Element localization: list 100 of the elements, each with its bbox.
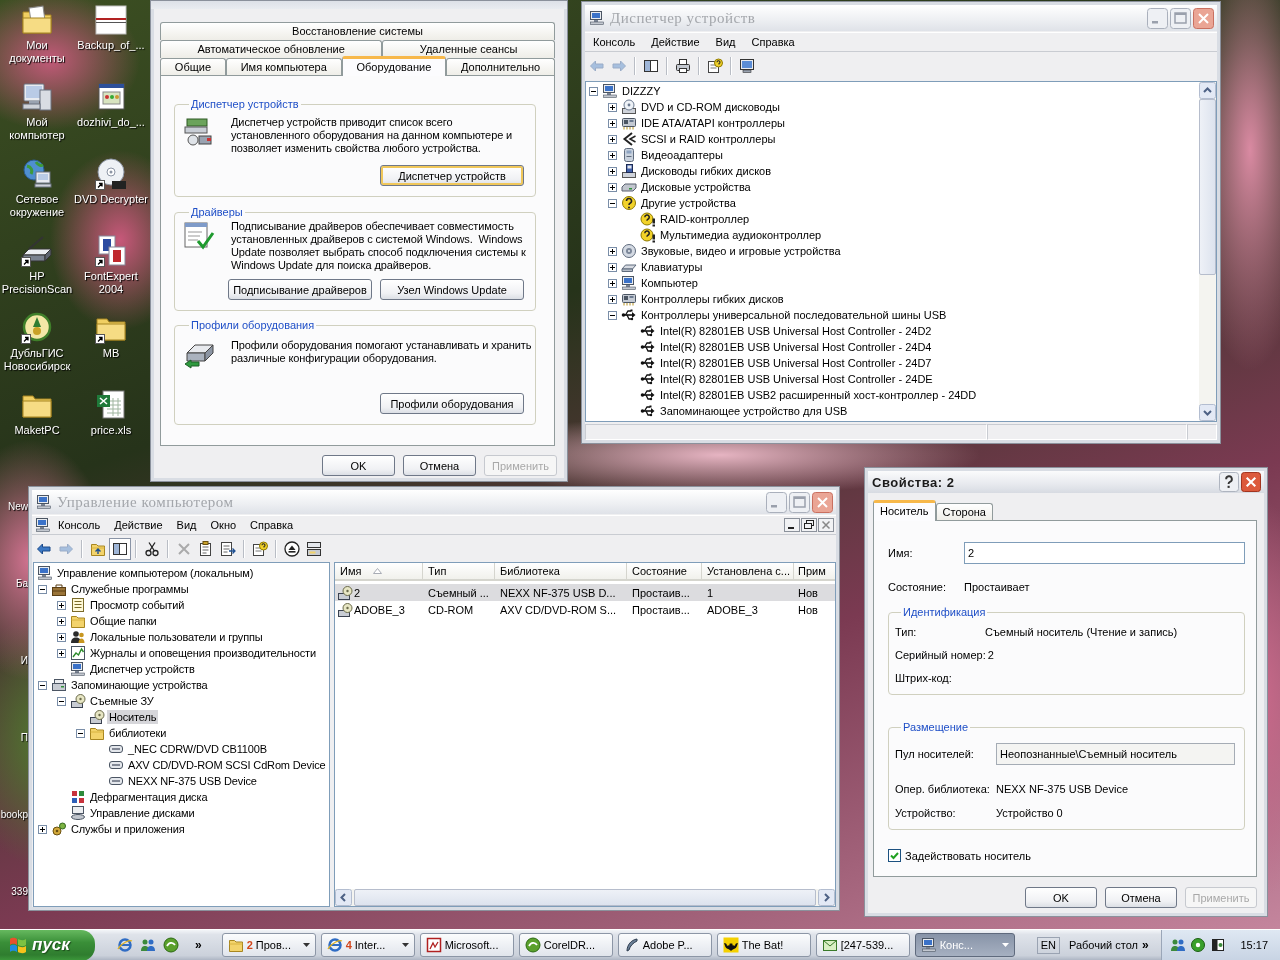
column-header[interactable]: Тип [423,563,495,581]
list-row[interactable]: ADOBE_3 CD-ROM AXV CD/DVD-ROM S... Простаив... ADOBE_3 Нов [335,601,835,618]
up-folder-icon[interactable] [90,541,106,557]
tab[interactable]: Сторона [935,503,993,521]
tree-item[interactable]: Intel(R) 82801EB USB Universal Host Controller - 24DE [658,372,935,386]
tree-item[interactable]: Мультимедиа аудиоконтроллер [658,228,824,242]
tree-item[interactable]: Журналы и оповещения производительности [88,646,318,660]
computer-icon[interactable] [35,517,51,533]
tree-item[interactable]: AXV CD/DVD-ROM SCSI CdRom Device [126,758,328,772]
desktop-icon-label[interactable]: bookp [0,808,28,821]
list-row[interactable]: 2 Съемный ... NEXX NF-375 USB D... Простаив... 1 Нов [335,584,835,601]
computer-icon[interactable] [36,494,52,510]
expand-icon[interactable] [38,824,47,834]
menu-item[interactable]: Действие [107,516,170,534]
close-button[interactable] [812,491,833,513]
taskbar-button[interactable]: CorelDR... [518,933,613,957]
tree-item[interactable]: Просмотр событий [88,598,187,612]
desktop-toolbar-label[interactable]: Рабочий стол [1068,939,1139,951]
tab[interactable]: Имя компьютера [225,58,342,76]
scissors-icon[interactable] [144,541,160,557]
collapse-icon[interactable] [608,198,617,208]
dialog-button[interactable]: Подписывание драйверов [228,279,372,300]
show-hide-tree-icon[interactable] [643,58,659,74]
tree-item[interactable]: библиотеки [107,726,169,740]
network-globe-icon[interactable] [21,158,53,190]
tree-item[interactable]: Управление дисками [88,806,197,820]
desktop-icon-label[interactable]: New [8,500,28,513]
people-icon[interactable] [140,937,156,953]
tree-item[interactable]: Служебные программы [69,582,191,596]
desktop-icon-label[interactable]: MaketPC [14,424,60,437]
restore-button[interactable] [801,518,817,532]
dialog-button[interactable]: Узел Windows Update [380,279,524,300]
menu-item[interactable]: Окно [203,516,244,534]
expand-icon[interactable] [608,134,617,144]
expand-icon[interactable] [608,278,617,288]
tree-item[interactable]: Контроллеры универсальной последовательной шины USB [639,308,949,322]
tree-item[interactable]: Контроллеры гибких дисков [639,292,786,306]
tab[interactable]: Автоматическое обновление [160,40,383,58]
scroll-right-button[interactable] [818,889,835,906]
tree-item[interactable]: Дисковые устройства [639,180,753,194]
taskbar-button[interactable]: The Bat! [716,933,811,957]
expand-icon[interactable] [57,600,66,610]
people-icon[interactable] [1170,937,1187,953]
tree-item[interactable]: Intel(R) 82801EB USB Universal Host Controller - 24D4 [658,340,934,354]
collapse-icon[interactable] [38,584,47,594]
desktop-icon-label[interactable]: Мои документы [0,39,74,65]
name-field[interactable]: 2 [964,542,1245,564]
tree-item[interactable]: Другие устройства [639,196,738,210]
browser-icon[interactable] [117,937,133,953]
round-badge-icon[interactable] [1190,937,1207,953]
expand-icon[interactable] [608,118,617,128]
expand-icon[interactable] [608,150,617,160]
expand-icon[interactable] [608,294,617,304]
tree-item[interactable]: Локальные пользователи и группы [88,630,265,644]
desktop-icon-label[interactable]: dozhivi_do_... [77,116,145,129]
tree-item[interactable]: Общие папки [88,614,159,628]
column-header[interactable]: Состояние [627,563,702,581]
printer-icon[interactable] [675,58,691,74]
tab[interactable]: Носитель [873,500,936,521]
tree-item[interactable]: Службы и приложения [69,822,187,836]
help-button[interactable] [1219,472,1239,492]
collapse-icon[interactable] [57,696,66,706]
computer-icon[interactable] [589,10,605,26]
web-page-icon[interactable] [95,81,127,113]
expand-icon[interactable] [57,648,66,658]
tree-item[interactable]: SCSI и RAID контроллеры [639,132,778,146]
eject-icon[interactable] [284,541,300,557]
show-hide-tree-icon[interactable] [109,538,131,560]
swirl-icon[interactable] [163,937,179,953]
round-emblem-icon[interactable] [21,312,53,344]
export-list-icon[interactable] [220,541,236,557]
ok-button[interactable]: OK [1025,887,1097,908]
expand-icon[interactable] [57,616,66,626]
desktop-icon-label[interactable]: HP PrecisionScan [0,270,74,296]
language-indicator[interactable]: EN [1036,936,1060,954]
ok-button[interactable]: OK [322,455,395,476]
drive-stack-icon[interactable] [306,541,322,557]
tree-item[interactable]: Intel(R) 82801EB USB2 расширенный хост-контроллер - 24DD [658,388,979,402]
column-header[interactable]: Библиотека [495,563,627,581]
taskbar-button[interactable]: 4 Inter... [320,933,415,957]
expand-icon[interactable] [608,246,617,256]
menu-item[interactable]: Справка [743,33,803,51]
monitor-icon[interactable] [739,58,755,74]
tab[interactable]: Общие [160,58,226,76]
column-header[interactable]: Имя [335,563,423,581]
tree-item[interactable]: Intel(R) 82801EB USB Universal Host Controller - 24D7 [658,356,934,370]
column-header[interactable]: Прим [794,563,835,581]
tree-item[interactable]: Звуковые, видео и игровые устройства [639,244,843,258]
menu-item[interactable]: Консоль [51,516,108,534]
tree-item[interactable]: Носитель [107,710,159,724]
desktop-icon-label[interactable]: Мой компьютер [0,116,74,142]
tree-item[interactable]: DVD и CD-ROM дисководы [639,100,782,114]
dialog-button[interactable]: Профили оборудования [380,393,524,414]
desktop-icon-label[interactable]: Backup_of_... [77,39,145,52]
collapse-icon[interactable] [608,310,617,320]
chevron-button[interactable]: » [1138,938,1153,952]
menu-item[interactable]: Вид [169,516,204,534]
desktop-icon-label[interactable]: DVD Decrypter [74,193,148,206]
expand-icon[interactable] [608,102,617,112]
taskbar-button[interactable]: [247-539... [815,933,910,957]
